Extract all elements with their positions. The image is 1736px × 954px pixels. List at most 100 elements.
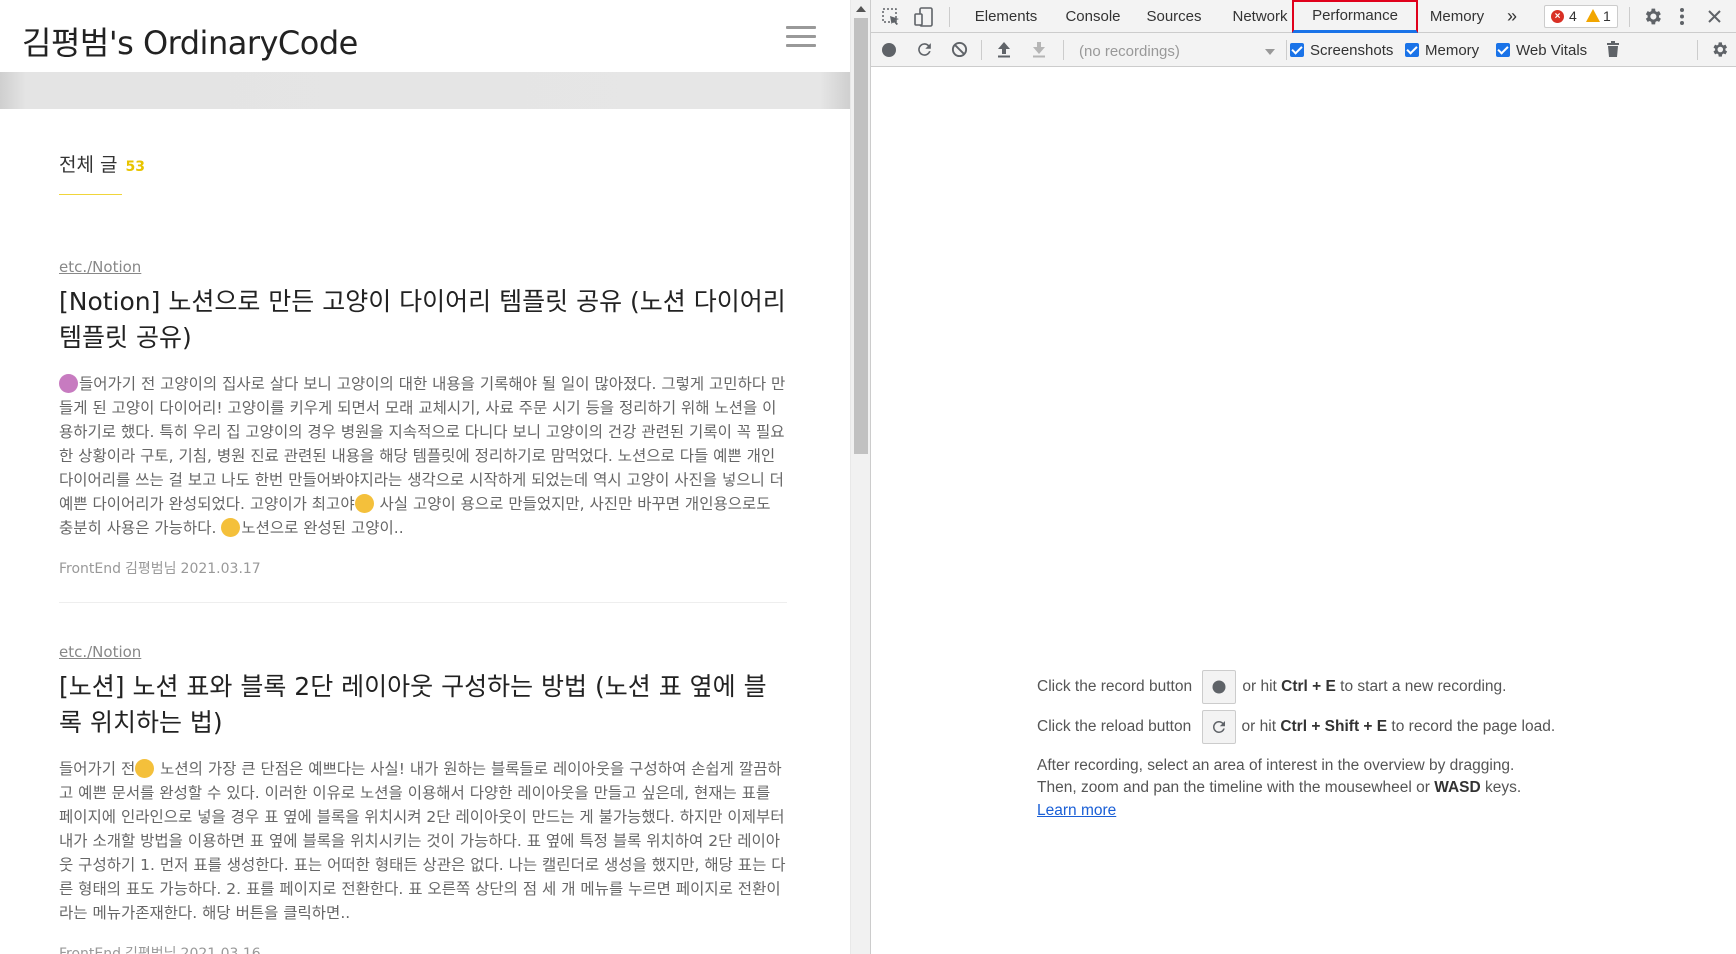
hint-text: to start a new recording. — [1335, 678, 1507, 696]
record-hint: Click the record button or hit Ctrl + E … — [1037, 670, 1506, 704]
tab-console[interactable]: Console — [1058, 0, 1128, 33]
post-category-link[interactable]: etc./Notion — [59, 258, 787, 276]
post-meta-category: FrontEnd — [59, 561, 122, 577]
hint-text: or hit — [1242, 678, 1282, 696]
checkbox-checked-icon — [1496, 43, 1510, 57]
checkbox-label: Web Vitals — [1516, 42, 1588, 59]
post-excerpt-text: 들어가기 전 — [59, 760, 136, 778]
record-icon — [1212, 680, 1226, 694]
screenshots-checkbox[interactable]: Screenshots — [1290, 42, 1393, 59]
post-item: etc./Notion [노션] 노션 표와 블록 2단 레이아웃 구성하는 방… — [59, 643, 787, 954]
warning-icon — [1586, 9, 1600, 22]
tab-performance[interactable]: Performance — [1292, 0, 1418, 33]
trash-icon[interactable] — [1606, 41, 1620, 58]
recordings-select[interactable]: (no recordings) — [1079, 41, 1279, 63]
clear-icon[interactable] — [951, 41, 968, 58]
post-meta-date: 2021.03.17 — [180, 561, 261, 577]
download-icon[interactable] — [1031, 41, 1047, 58]
post-excerpt[interactable]: 들어가기 전 고양이의 집사로 살다 보니 고양이의 대한 내용을 기록해야 될… — [59, 372, 787, 540]
post-title[interactable]: [Notion] 노션으로 만든 고양이 다이어리 템플릿 공유 (노션 다이어… — [59, 284, 787, 356]
blog-title[interactable]: 김평범's OrdinaryCode — [22, 18, 358, 64]
toolbar-separator — [1063, 40, 1064, 60]
devtools-tabbar: Elements Console Sources Network Perform… — [871, 0, 1736, 33]
more-tabs-chevron-icon[interactable]: » — [1501, 0, 1523, 33]
laughing-emoji-icon — [354, 494, 374, 513]
chevron-down-icon — [1265, 49, 1275, 55]
post-excerpt-text: 들어가기 전 고양이의 집사로 살다 보니 고양이의 대한 내용을 기록해야 될… — [59, 375, 786, 513]
person-gesture-emoji-icon — [59, 374, 78, 393]
shortcut-keys: WASD — [1434, 779, 1481, 796]
tab-memory[interactable]: Memory — [1422, 0, 1492, 33]
error-count: 4 — [1569, 8, 1577, 24]
capture-settings-gear-icon[interactable] — [1710, 40, 1729, 59]
error-icon: × — [1551, 10, 1564, 23]
shortcut-keys: Ctrl + E — [1281, 678, 1336, 696]
post-title[interactable]: [노션] 노션 표와 블록 2단 레이아웃 구성하는 방법 (노션 표 옆에 블… — [59, 669, 787, 741]
device-toolbar-icon[interactable] — [913, 6, 935, 28]
recordings-placeholder: (no recordings) — [1079, 43, 1180, 60]
checkbox-label: Screenshots — [1310, 42, 1394, 59]
blog-header: 김평범's OrdinaryCode — [0, 0, 850, 72]
checkbox-label: Memory — [1425, 42, 1480, 59]
section-heading: 전체 글 53 — [59, 150, 145, 177]
post-meta-author: 김평범님 — [125, 946, 177, 954]
memory-checkbox[interactable]: Memory — [1405, 42, 1479, 59]
post-excerpt-text: 노션으로 완성된 고양이.. — [241, 519, 404, 537]
tab-network[interactable]: Network — [1221, 0, 1299, 33]
scroll-up-arrow-icon[interactable] — [856, 6, 866, 12]
hint-text: Then, zoom and pan the timeline with the… — [1037, 779, 1435, 796]
warning-count: 1 — [1603, 8, 1611, 24]
post-divider — [59, 602, 787, 603]
tab-elements[interactable]: Elements — [966, 0, 1046, 33]
toolbar-separator — [1286, 40, 1287, 60]
learn-more-link[interactable]: Learn more — [1037, 802, 1116, 819]
shortcut-keys: Ctrl + Shift + E — [1280, 718, 1388, 736]
page-scrollbar[interactable] — [850, 0, 870, 954]
toolbar-separator — [1697, 40, 1698, 60]
learn-more-wrapper: Learn more — [1037, 802, 1116, 820]
hint-text: or hit — [1241, 718, 1281, 736]
upload-icon[interactable] — [996, 41, 1012, 58]
post-category-link[interactable]: etc./Notion — [59, 643, 787, 661]
section-title: 전체 글 — [59, 154, 118, 176]
blog-page: 김평범's OrdinaryCode 전체 글 53 etc./Notion [N… — [0, 0, 850, 954]
toolbar-separator — [981, 40, 982, 60]
devtools-panel: Elements Console Sources Network Perform… — [870, 0, 1736, 954]
hint-text: keys. — [1480, 779, 1522, 796]
scrollbar-thumb[interactable] — [854, 18, 868, 454]
issues-counter[interactable]: × 4 1 — [1544, 5, 1618, 28]
after-recording-hint-line2: Then, zoom and pan the timeline with the… — [1037, 779, 1521, 797]
post-meta: FrontEnd 김평범님 2021.03.16 — [59, 943, 787, 954]
reload-icon — [1212, 720, 1225, 733]
reload-hint: Click the reload button or hit Ctrl + Sh… — [1037, 710, 1555, 744]
performance-toolbar: (no recordings) Screenshots Memory Web V… — [871, 33, 1736, 67]
performance-landing: Click the record button or hit Ctrl + E … — [871, 67, 1736, 954]
hint-text: to record the page load. — [1387, 718, 1556, 736]
reload-icon[interactable] — [915, 40, 934, 59]
clapping-emoji-icon — [135, 759, 155, 778]
hint-text: Click the record button — [1037, 678, 1193, 696]
after-recording-hint-line1: After recording, select an area of inter… — [1037, 757, 1515, 774]
web-vitals-checkbox[interactable]: Web Vitals — [1496, 42, 1587, 59]
hint-text: Click the reload button — [1037, 718, 1192, 736]
record-button[interactable] — [1202, 670, 1237, 704]
toolbar-separator — [1629, 7, 1630, 27]
tab-sources[interactable]: Sources — [1139, 0, 1209, 33]
inspect-element-icon[interactable] — [881, 7, 901, 27]
section-underline — [59, 194, 122, 195]
kebab-menu-icon[interactable] — [1678, 6, 1686, 27]
gear-icon[interactable] — [1642, 6, 1663, 27]
hamburger-menu-icon[interactable] — [786, 26, 816, 48]
hero-banner — [0, 72, 850, 109]
post-meta-author: 김평범님 — [125, 561, 177, 577]
reload-button[interactable] — [1201, 710, 1236, 744]
post-meta: FrontEnd 김평범님 2021.03.17 — [59, 558, 787, 578]
close-icon[interactable] — [1707, 9, 1722, 24]
post-item: etc./Notion [Notion] 노션으로 만든 고양이 다이어리 템플… — [59, 258, 787, 578]
hugging-emoji-icon — [221, 518, 241, 537]
post-excerpt-text: 노션의 가장 큰 단점은 예쁘다는 사실! 내가 원하는 블록들로 레이아웃을 … — [59, 760, 786, 922]
record-icon[interactable] — [881, 42, 897, 58]
post-meta-category: FrontEnd — [59, 946, 122, 954]
post-excerpt[interactable]: 들어가기 전 노션의 가장 큰 단점은 예쁘다는 사실! 내가 원하는 블록들로… — [59, 757, 787, 925]
post-meta-date: 2021.03.16 — [180, 946, 261, 954]
